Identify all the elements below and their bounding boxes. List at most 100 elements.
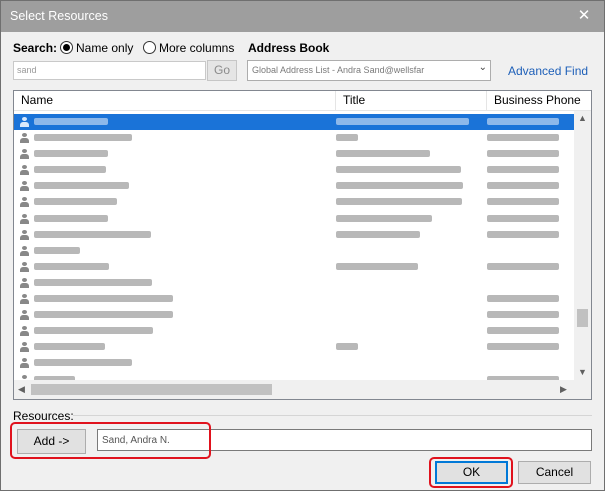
list-item[interactable] <box>14 243 574 259</box>
list-item[interactable] <box>14 355 574 371</box>
select-resources-dialog: Select Resources ✕ Search: Name only Mor… <box>0 0 605 491</box>
list-item[interactable] <box>14 162 574 178</box>
list-item-name <box>34 230 151 240</box>
user-icon <box>20 133 29 144</box>
list-item-title <box>336 165 461 175</box>
user-icon <box>20 181 29 192</box>
list-item-phone <box>487 181 559 191</box>
user-icon <box>20 149 29 160</box>
list-item-title <box>336 342 358 352</box>
list-item-title <box>336 149 430 159</box>
scroll-left-icon[interactable]: ◀ <box>18 384 25 395</box>
vertical-scrollbar[interactable]: ▲ ▼ <box>574 111 591 380</box>
user-icon <box>20 310 29 321</box>
list-item-phone <box>487 342 559 352</box>
radio-more-columns-label[interactable]: More columns <box>159 41 234 55</box>
resources-divider <box>73 415 592 416</box>
list-item-phone <box>487 262 559 272</box>
list-item[interactable] <box>14 275 574 291</box>
list-item[interactable] <box>14 339 574 355</box>
list-item[interactable] <box>14 114 574 131</box>
list-item-name <box>34 278 152 288</box>
column-title[interactable]: Title <box>336 91 487 110</box>
user-icon <box>20 197 29 208</box>
user-icon <box>20 326 29 337</box>
list-item[interactable] <box>14 323 574 339</box>
radio-name-only-label[interactable]: Name only <box>76 41 133 55</box>
column-business-phone[interactable]: Business Phone <box>487 91 591 110</box>
list-item-name <box>34 117 108 127</box>
list-item[interactable] <box>14 307 574 323</box>
user-icon <box>20 245 29 256</box>
search-input[interactable]: sand <box>13 61 206 80</box>
resource-list[interactable]: Name Title Business Phone ▲ ▼ ◀ ▶ <box>13 90 592 400</box>
window-title: Select Resources <box>10 9 108 23</box>
list-item[interactable] <box>14 194 574 210</box>
list-item-phone <box>487 197 559 207</box>
cancel-button[interactable]: Cancel <box>518 461 591 484</box>
user-icon <box>20 277 29 288</box>
list-item[interactable] <box>14 211 574 227</box>
address-book-value: Global Address List - Andra Sand@wellsfa… <box>252 65 425 75</box>
list-item-name <box>34 294 173 304</box>
chevron-down-icon[interactable]: ⌄ <box>479 62 487 73</box>
go-button[interactable]: Go <box>207 60 237 81</box>
list-item-phone <box>487 117 559 127</box>
vertical-scroll-thumb[interactable] <box>577 309 588 327</box>
list-item-title <box>336 230 420 240</box>
list-item-phone <box>487 326 559 336</box>
list-header: Name Title Business Phone <box>14 91 591 111</box>
list-item-name <box>34 246 80 256</box>
address-book-select[interactable]: Global Address List - Andra Sand@wellsfa… <box>247 60 491 81</box>
list-item-title <box>336 133 358 143</box>
scroll-down-icon[interactable]: ▼ <box>578 367 587 377</box>
search-label: Search: <box>13 41 58 55</box>
list-item-title <box>336 214 432 224</box>
horizontal-scrollbar[interactable]: ◀ ▶ <box>14 380 574 399</box>
radio-name-only[interactable] <box>60 41 73 54</box>
advanced-find-link[interactable]: Advanced Find <box>508 64 588 78</box>
list-item[interactable] <box>14 146 574 162</box>
radio-more-columns[interactable] <box>143 41 156 54</box>
user-icon <box>20 213 29 224</box>
close-icon[interactable]: ✕ <box>564 1 604 31</box>
scroll-right-icon[interactable]: ▶ <box>560 384 567 395</box>
user-icon <box>20 358 29 369</box>
user-icon <box>20 294 29 305</box>
list-item-phone <box>487 230 559 240</box>
list-item-name <box>34 149 108 159</box>
list-item-name <box>34 358 132 368</box>
column-name[interactable]: Name <box>14 91 336 110</box>
user-icon <box>20 117 29 127</box>
list-item-name <box>34 310 173 320</box>
title-bar: Select Resources ✕ <box>1 1 604 32</box>
list-item[interactable] <box>14 227 574 243</box>
horizontal-scroll-thumb[interactable] <box>31 384 272 395</box>
scrollbar-corner <box>574 380 591 399</box>
list-item-phone <box>487 133 559 143</box>
list-item-phone <box>487 294 559 304</box>
list-rows <box>14 114 574 388</box>
list-item-name <box>34 214 108 224</box>
user-icon <box>20 342 29 353</box>
address-book-label: Address Book <box>248 41 330 55</box>
list-item[interactable] <box>14 178 574 194</box>
list-item-title <box>336 181 463 191</box>
list-item-phone <box>487 149 559 159</box>
scroll-up-icon[interactable]: ▲ <box>578 113 587 123</box>
list-item[interactable] <box>14 259 574 275</box>
list-item[interactable] <box>14 130 574 146</box>
list-item-name <box>34 133 132 143</box>
list-item-title <box>336 117 469 127</box>
list-item-title <box>336 197 462 207</box>
resources-label: Resources: <box>13 409 74 423</box>
user-icon <box>20 261 29 272</box>
list-item-phone <box>487 310 559 320</box>
user-icon <box>20 229 29 240</box>
list-item[interactable] <box>14 291 574 307</box>
add-highlight-annotation <box>10 422 211 459</box>
list-item-name <box>34 165 106 175</box>
list-item-title <box>336 262 418 272</box>
list-item-phone <box>487 214 559 224</box>
list-item-name <box>34 181 129 191</box>
